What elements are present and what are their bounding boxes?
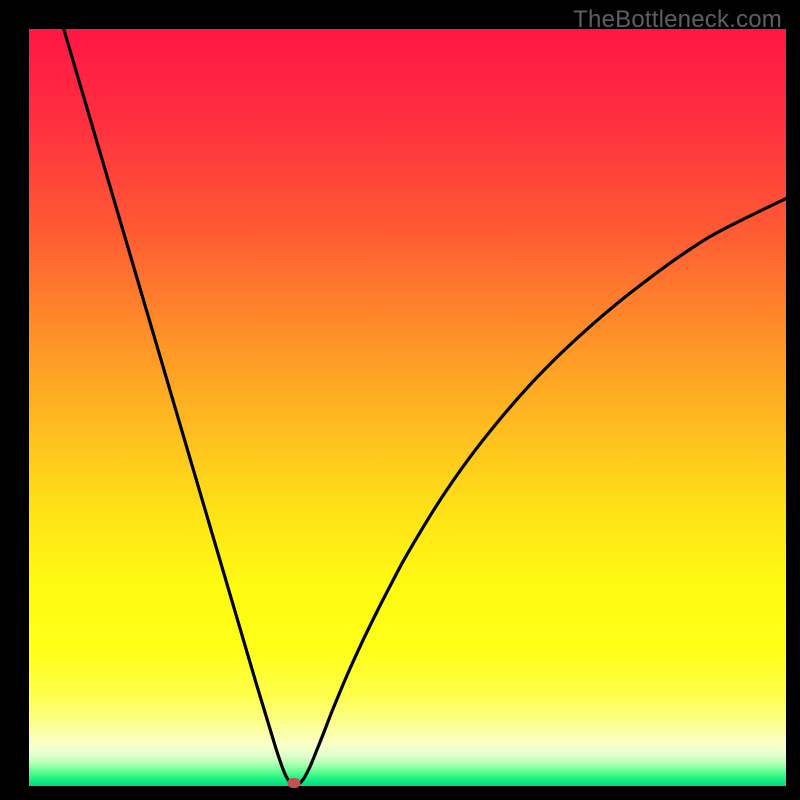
optimum-marker [287, 778, 300, 788]
plot-area [29, 29, 786, 786]
bottleneck-curve [29, 29, 786, 786]
watermark-text: TheBottleneck.com [573, 6, 782, 34]
